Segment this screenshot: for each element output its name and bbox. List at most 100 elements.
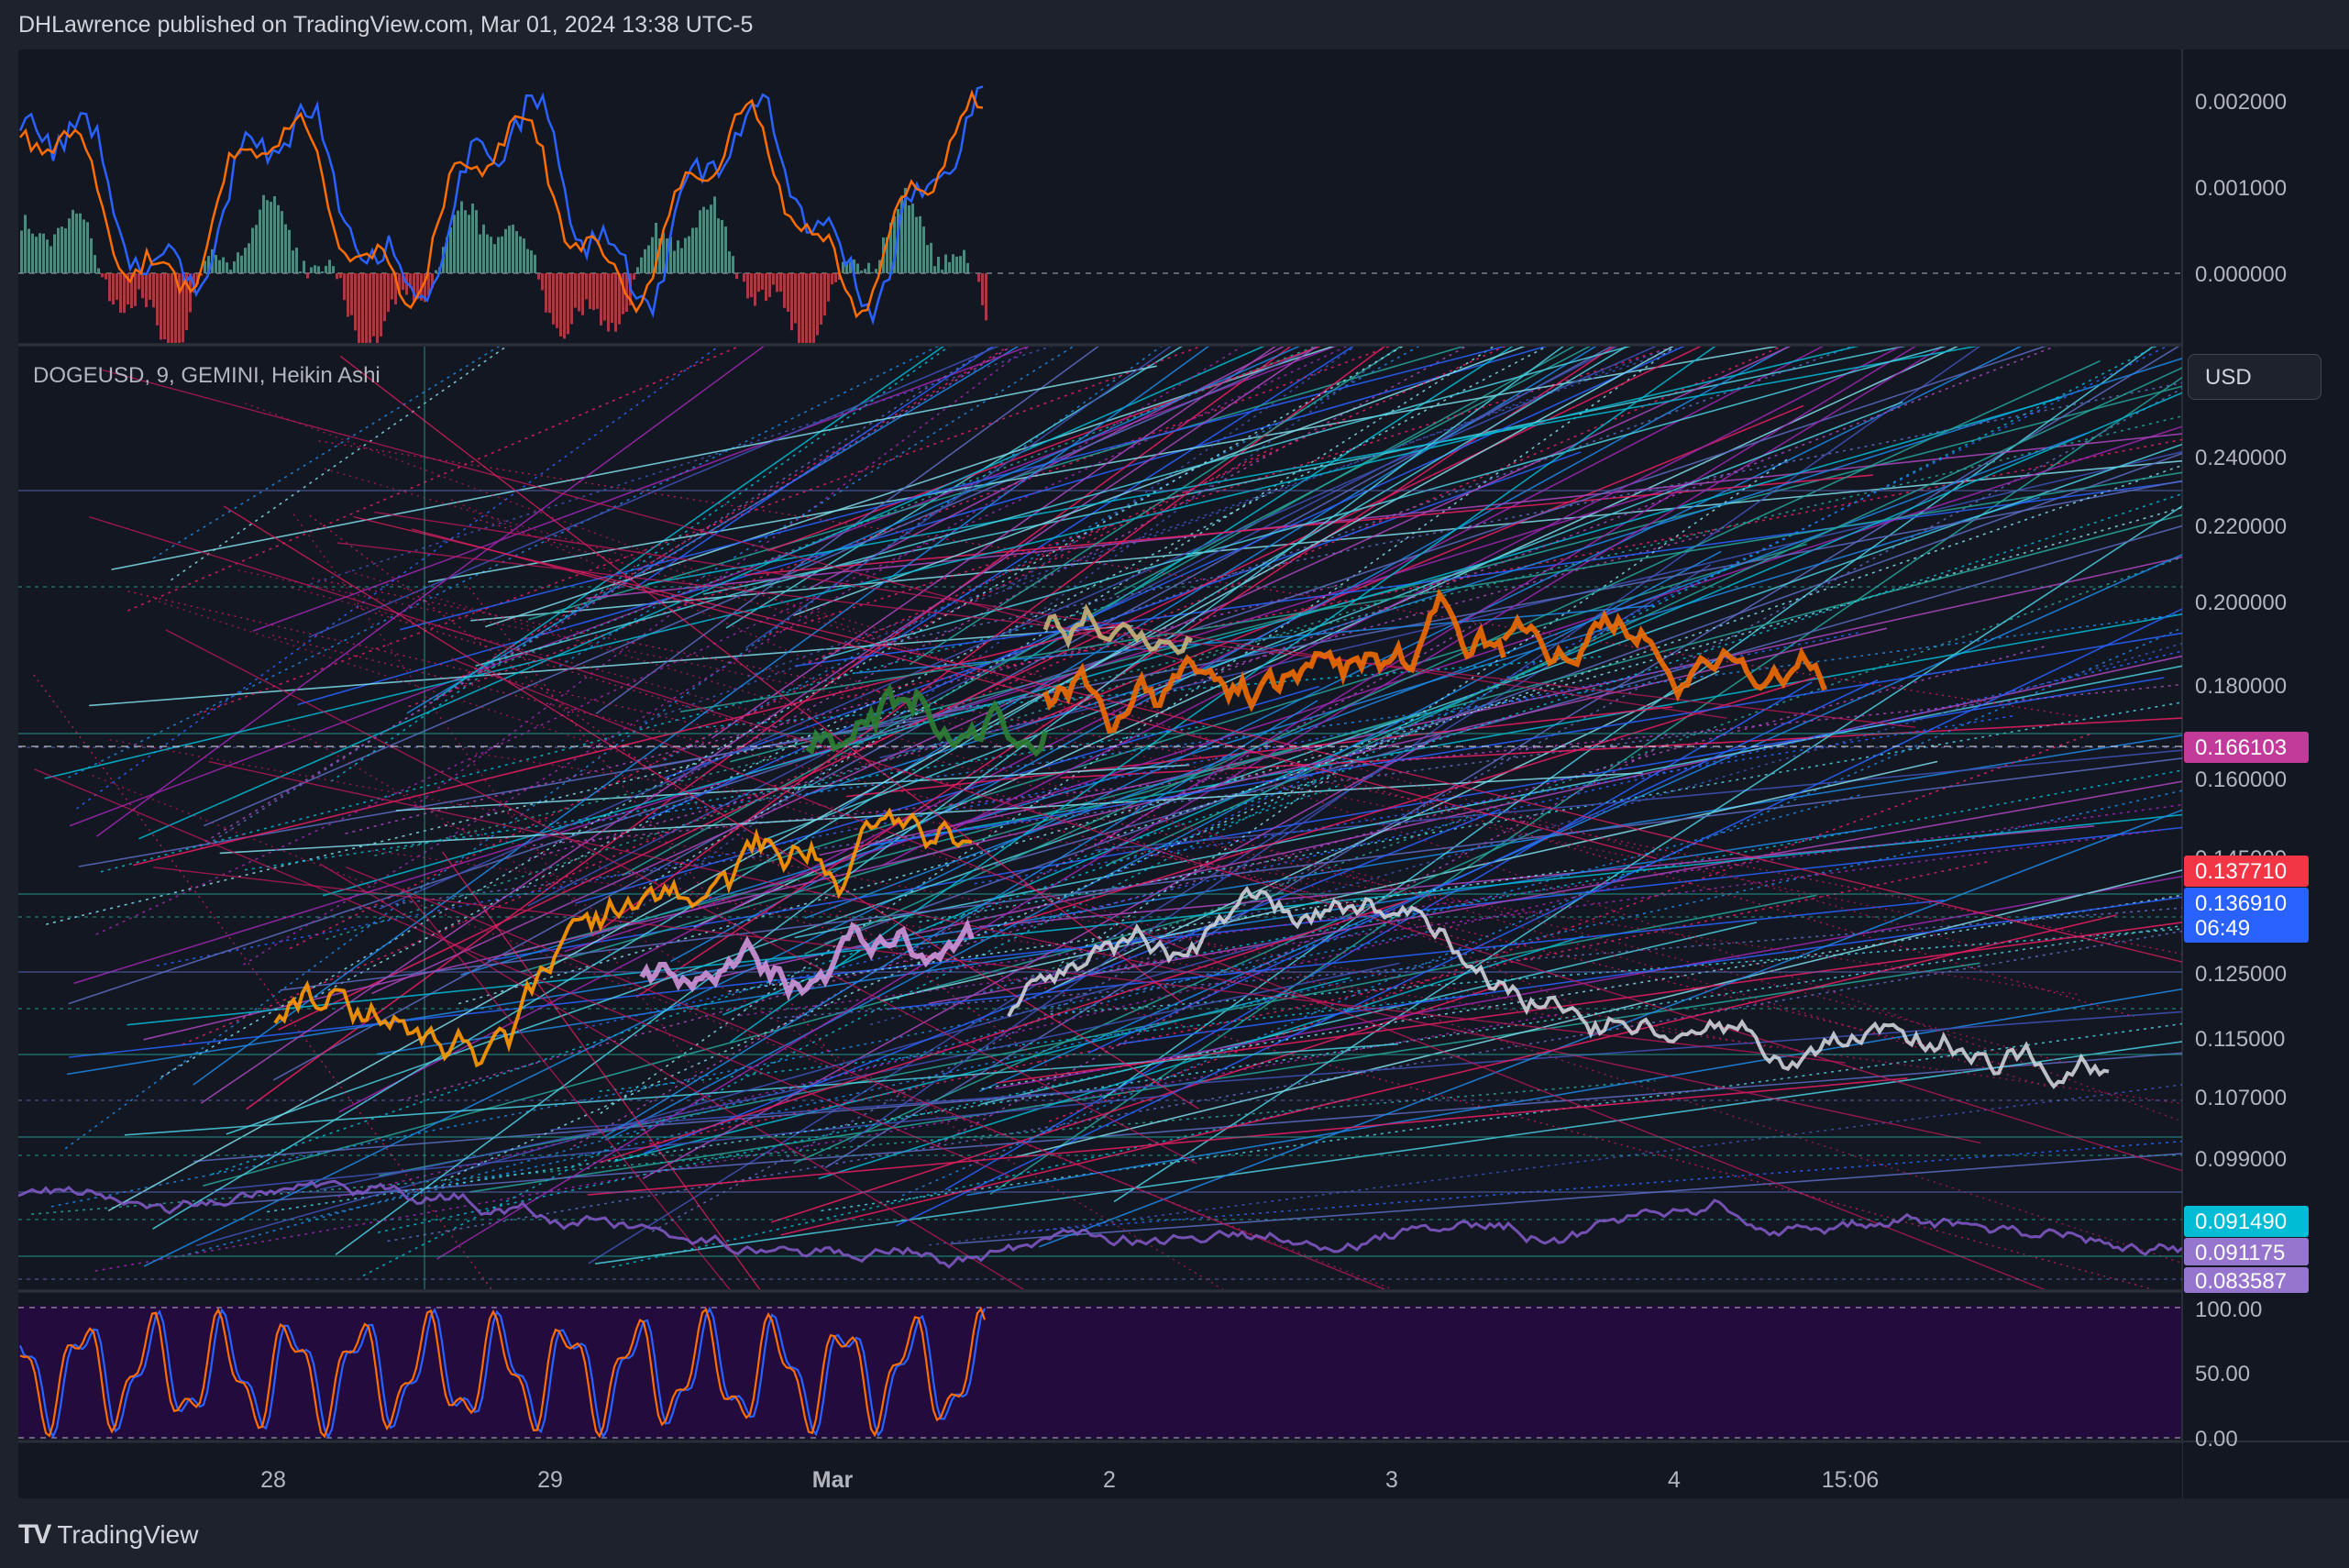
osc-histogram-bar xyxy=(145,273,148,308)
osc-histogram-bar xyxy=(20,230,23,273)
osc-histogram-bar xyxy=(691,227,694,273)
osc-histogram-bar xyxy=(805,273,808,343)
osc-histogram-bar xyxy=(908,204,910,273)
osc-histogram-bar xyxy=(937,256,940,273)
osc-histogram-bar xyxy=(317,266,320,273)
osc-histogram-bar xyxy=(794,273,797,324)
osc-histogram-bar xyxy=(952,254,954,273)
price-tick-0220: 0.220000 xyxy=(2195,514,2287,539)
osc-histogram-bar xyxy=(174,273,177,343)
osc-histogram-bar xyxy=(915,216,918,273)
symbol-title[interactable]: DOGEUSD, 9, GEMINI, Heikin Ashi xyxy=(33,363,380,389)
osc-histogram-bar xyxy=(977,273,980,282)
osc-histogram-bar xyxy=(776,273,778,293)
osc-histogram-bar xyxy=(156,273,159,326)
osc-histogram-bar xyxy=(724,226,727,273)
osc-histogram-bar xyxy=(141,273,144,299)
time-label-29: 29 xyxy=(537,1467,563,1493)
osc-histogram-bar xyxy=(959,256,962,273)
osc-histogram-bar xyxy=(860,271,863,273)
osc-histogram-bar xyxy=(391,273,393,300)
osc-histogram-bar xyxy=(277,204,280,273)
chart-canvas[interactable]: 0.002000 0.001000 0.000000 0.240000 0.22… xyxy=(0,0,2349,1568)
osc-histogram-bar xyxy=(53,234,56,273)
price-tick-0160: 0.160000 xyxy=(2195,767,2287,792)
tradingview-logo[interactable]: TV TradingView xyxy=(18,1515,198,1555)
osc-histogram-bar xyxy=(57,227,60,273)
osc-histogram-bar xyxy=(471,203,474,273)
osc-histogram-bar xyxy=(306,273,309,279)
tradingview-logo-icon: TV xyxy=(18,1519,51,1550)
osc-histogram-bar xyxy=(292,250,294,273)
osc-histogram-bar xyxy=(108,273,111,302)
osc-histogram-bar xyxy=(688,236,690,273)
osc-histogram-bar xyxy=(699,210,701,273)
osc-histogram-bar xyxy=(325,265,327,273)
stoch-tick-100: 100.00 xyxy=(2195,1297,2262,1322)
osc-histogram-bar xyxy=(229,270,232,273)
osc-histogram-bar xyxy=(72,209,74,273)
osc-histogram-bar xyxy=(31,233,34,273)
osc-histogram-bar xyxy=(592,273,595,311)
osc-histogram-bar xyxy=(79,213,82,273)
price-tick-0200: 0.200000 xyxy=(2195,591,2287,615)
osc-histogram-bar xyxy=(486,234,489,273)
osc-histogram-bar xyxy=(453,215,456,273)
osc-histogram-bar xyxy=(585,273,588,300)
osc-histogram-bar xyxy=(61,226,63,273)
osc-histogram-bar xyxy=(222,257,225,273)
osc-histogram-bar xyxy=(50,246,52,273)
osc-histogram-bar xyxy=(750,273,753,298)
osc-histogram-bar xyxy=(372,273,375,337)
osc-histogram-bar xyxy=(574,273,577,308)
osc-histogram-bar xyxy=(930,242,932,273)
osc-histogram-bar xyxy=(376,273,379,343)
osc-histogram-bar xyxy=(717,218,720,273)
osc-histogram-bar xyxy=(160,273,162,340)
osc-histogram-bar xyxy=(856,263,859,273)
osc-histogram-bar xyxy=(816,273,819,336)
osc-histogram-bar xyxy=(251,227,254,273)
osc-histogram-bar xyxy=(314,265,316,273)
osc-histogram-bar xyxy=(123,273,126,314)
osc-histogram-bar xyxy=(589,273,591,309)
osc-histogram-bar xyxy=(581,273,584,315)
time-label-mar: Mar xyxy=(812,1467,854,1493)
osc-histogram-bar xyxy=(134,273,137,306)
osc-histogram-bar xyxy=(695,227,698,273)
osc-histogram-bar xyxy=(823,273,826,316)
osc-histogram-bar xyxy=(218,259,221,273)
osc-histogram-bar xyxy=(387,273,390,313)
osc-histogram-bar xyxy=(651,237,654,273)
badge-136910-countdown: 06:49 xyxy=(2195,916,2250,941)
osc-histogram-bar xyxy=(647,245,650,273)
osc-histogram-bar xyxy=(105,273,107,280)
osc-histogram-bar xyxy=(677,240,679,273)
price-tick-0240: 0.240000 xyxy=(2195,446,2287,470)
osc-histogram-bar xyxy=(266,200,269,273)
time-label-4: 4 xyxy=(1668,1467,1681,1493)
time-label-2: 2 xyxy=(1103,1467,1116,1493)
osc-histogram-bar xyxy=(981,273,984,305)
osc-histogram-bar xyxy=(552,273,555,325)
osc-histogram-bar xyxy=(559,273,562,337)
osc-histogram-bar xyxy=(578,273,580,312)
osc-histogram-bar xyxy=(380,273,382,337)
osc-histogram-bar xyxy=(83,219,85,273)
osc-histogram-bar xyxy=(556,273,558,328)
osc-histogram-bar xyxy=(721,219,723,273)
osc-tick-2: 0.001000 xyxy=(2195,176,2287,201)
osc-histogram-bar xyxy=(295,248,298,273)
osc-histogram-bar xyxy=(46,239,49,273)
osc-histogram-bar xyxy=(761,273,764,290)
osc-histogram-bar xyxy=(948,261,951,273)
osc-histogram-bar xyxy=(779,273,782,293)
osc-histogram-bar xyxy=(138,273,140,290)
osc-histogram-bar xyxy=(640,257,643,273)
osc-histogram-bar xyxy=(563,273,566,339)
time-label-3: 3 xyxy=(1385,1467,1398,1493)
osc-histogram-bar xyxy=(567,273,569,335)
osc-histogram-bar xyxy=(919,215,921,273)
currency-button[interactable]: USD xyxy=(2188,354,2321,400)
osc-histogram-bar xyxy=(237,252,239,273)
